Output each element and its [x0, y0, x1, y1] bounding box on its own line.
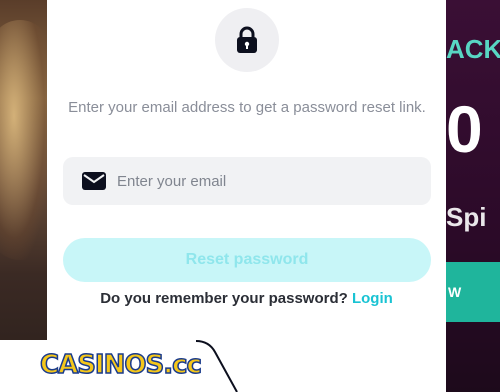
- casinos-logo: CASINOS.cc: [39, 349, 202, 381]
- promo-spins-fragment: Spi: [446, 202, 487, 232]
- reset-description: Enter your email address to get a passwo…: [68, 99, 426, 116]
- login-link[interactable]: Login: [352, 290, 393, 307]
- reset-password-modal: Enter your email address to get a passwo…: [47, 0, 446, 392]
- promo-art-left: [0, 0, 50, 392]
- promo-button-label: W: [448, 284, 462, 300]
- remember-password-row: Do you remember your password? Login: [47, 290, 446, 307]
- lock-icon-badge: [215, 8, 279, 72]
- casinos-logo-badge: CASINOS.cc: [0, 340, 250, 392]
- email-field[interactable]: [63, 157, 431, 205]
- promo-amount-fragment: 0: [446, 92, 483, 166]
- reset-password-button[interactable]: Reset password: [63, 238, 431, 282]
- promo-button[interactable]: W: [446, 262, 500, 322]
- email-input[interactable]: [117, 172, 417, 190]
- remember-password-text: Do you remember your password?: [100, 290, 348, 307]
- promo-heading-fragment: ACK: [446, 34, 500, 64]
- mail-icon: [81, 171, 107, 191]
- lock-icon: [237, 26, 257, 53]
